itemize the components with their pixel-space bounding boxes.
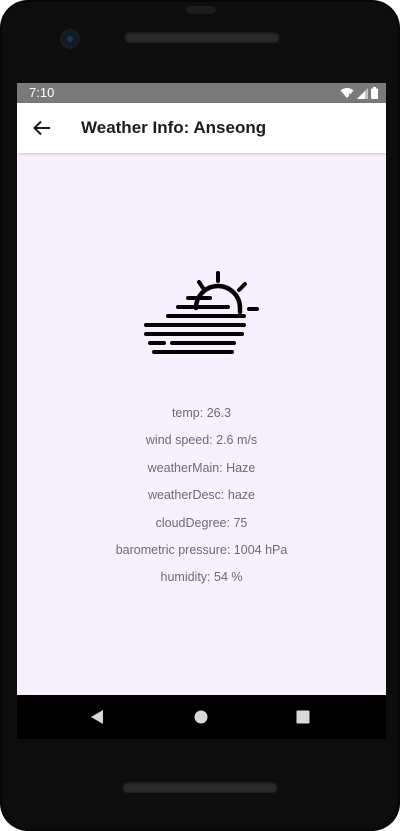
humidity-text: humidity: 54 % (160, 570, 243, 585)
earpiece-speaker (124, 31, 280, 43)
status-bar: 7:10 (17, 83, 386, 103)
nav-home-button[interactable] (191, 707, 211, 727)
weather-main-text: weatherMain: Haze (147, 460, 256, 475)
recents-square-icon (296, 710, 310, 724)
cloud-degree-text: cloudDegree: 75 (155, 515, 248, 530)
nav-recents-button[interactable] (293, 707, 313, 727)
app-screen: 7:10 Weather Info: Anseong temp: 26.3 wi… (17, 83, 386, 695)
back-triangle-icon (91, 710, 103, 724)
back-button[interactable] (29, 115, 55, 141)
top-slot (186, 6, 216, 14)
wind-speed-text: wind speed: 2.6 m/s (145, 433, 258, 448)
weather-desc-text: weatherDesc: haze (147, 488, 255, 503)
weather-info-list: temp: 26.3 wind speed: 2.6 m/s weatherMa… (17, 402, 386, 594)
bottom-speaker (122, 781, 278, 793)
app-bar: Weather Info: Anseong (17, 103, 386, 153)
temp-text: temp: 26.3 (171, 406, 232, 420)
arrow-back-icon (33, 120, 50, 136)
status-icons (340, 87, 378, 99)
nav-back-button[interactable] (87, 707, 107, 727)
system-nav-bar (17, 695, 386, 739)
haze-icon (144, 271, 259, 354)
status-time: 7:10 (29, 85, 55, 100)
pressure-text: barometric pressure: 1004 hPa (115, 542, 288, 557)
page-title: Weather Info: Anseong (81, 118, 267, 137)
front-camera (62, 31, 78, 47)
home-circle-icon (194, 710, 208, 724)
signal-icon (357, 88, 368, 99)
battery-icon (371, 87, 378, 99)
wifi-icon (340, 88, 354, 98)
